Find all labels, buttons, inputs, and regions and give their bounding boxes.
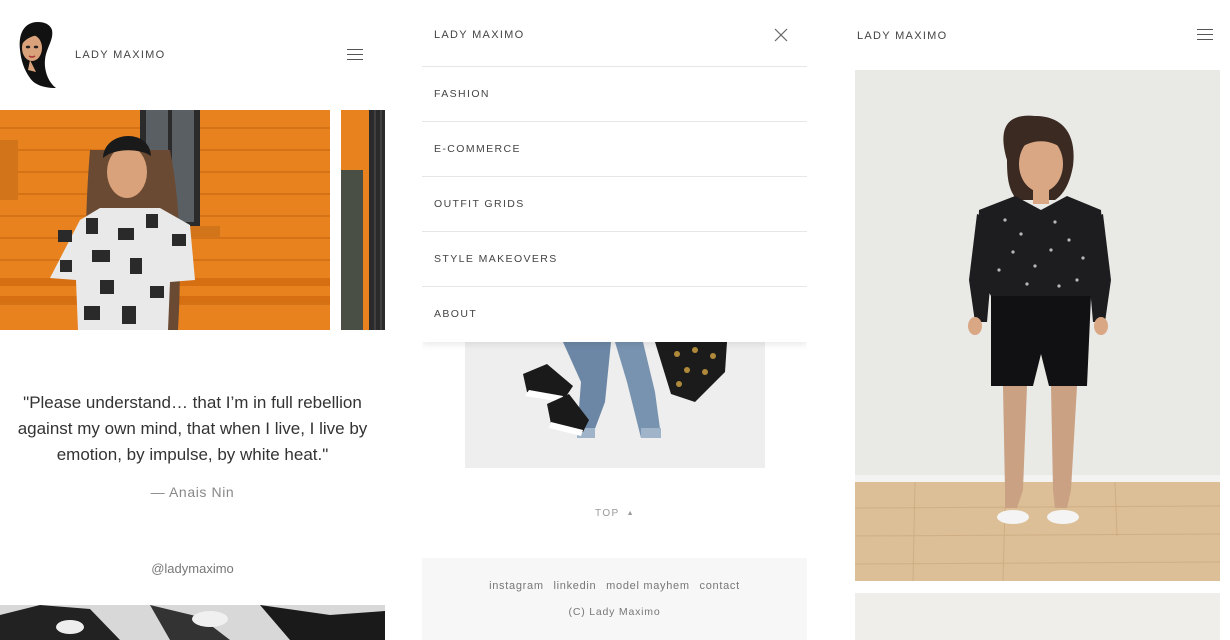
close-icon[interactable] (774, 28, 788, 42)
photo-image (0, 605, 385, 640)
footer-link-instagram[interactable]: instagram (489, 580, 544, 592)
menu-header: LADY MAXIMO (422, 0, 807, 67)
footer-links: instagram linkedin model mayhem contact (422, 580, 807, 592)
photo-image (0, 110, 330, 330)
next-post-photo[interactable] (855, 593, 1220, 640)
caret-up-icon: ▲ (626, 510, 635, 517)
quote-text: "Please understand… that I’m in full reb… (17, 393, 368, 464)
middle-panel: LADY MAXIMO FASHION E-COMMERCE OUTFIT GR… (422, 0, 807, 640)
menu-item-outfit-grids[interactable]: OUTFIT GRIDS (422, 177, 807, 232)
top-link-label: TOP (595, 508, 620, 519)
menu-icon[interactable] (347, 49, 363, 61)
right-panel: LADY MAXIMO (855, 0, 1230, 640)
footer-link-linkedin[interactable]: linkedin (553, 580, 596, 592)
bottom-photo[interactable] (0, 605, 385, 640)
brand-title[interactable]: LADY MAXIMO (434, 29, 525, 41)
brand-title[interactable]: LADY MAXIMO (75, 49, 166, 61)
menu-item-about[interactable]: ABOUT (422, 287, 807, 342)
secondary-photo[interactable] (341, 110, 385, 330)
outfit-grid-photo[interactable] (465, 342, 765, 468)
featured-photo-style-makeover[interactable] (855, 70, 1220, 581)
back-to-top-link[interactable]: TOP ▲ (595, 508, 635, 519)
menu-item-e-commerce[interactable]: E-COMMERCE (422, 122, 807, 177)
menu-item-style-makeovers[interactable]: STYLE MAKEOVERS (422, 232, 807, 287)
featured-photo-orange-wall[interactable] (0, 110, 330, 330)
instagram-handle-link[interactable]: @ladymaximo (0, 561, 385, 576)
footer-link-model-mayhem[interactable]: model mayhem (606, 580, 690, 592)
left-panel: LADY MAXIMO "Please understand… that I’m… (0, 0, 385, 640)
footer: instagram linkedin model mayhem contact … (422, 558, 807, 640)
photo-image (465, 342, 765, 468)
footer-link-contact[interactable]: contact (700, 580, 740, 592)
quote-author: — Anais Nin (150, 484, 235, 500)
brand-title[interactable]: LADY MAXIMO (857, 30, 948, 42)
photo-image (855, 70, 1220, 581)
navigation-menu: LADY MAXIMO FASHION E-COMMERCE OUTFIT GR… (422, 0, 807, 342)
copyright: (C) Lady Maximo (568, 606, 661, 618)
menu-icon[interactable] (1197, 29, 1213, 41)
lady-maximo-logo[interactable] (16, 20, 64, 90)
photo-image (341, 110, 385, 330)
menu-item-fashion[interactable]: FASHION (422, 67, 807, 122)
